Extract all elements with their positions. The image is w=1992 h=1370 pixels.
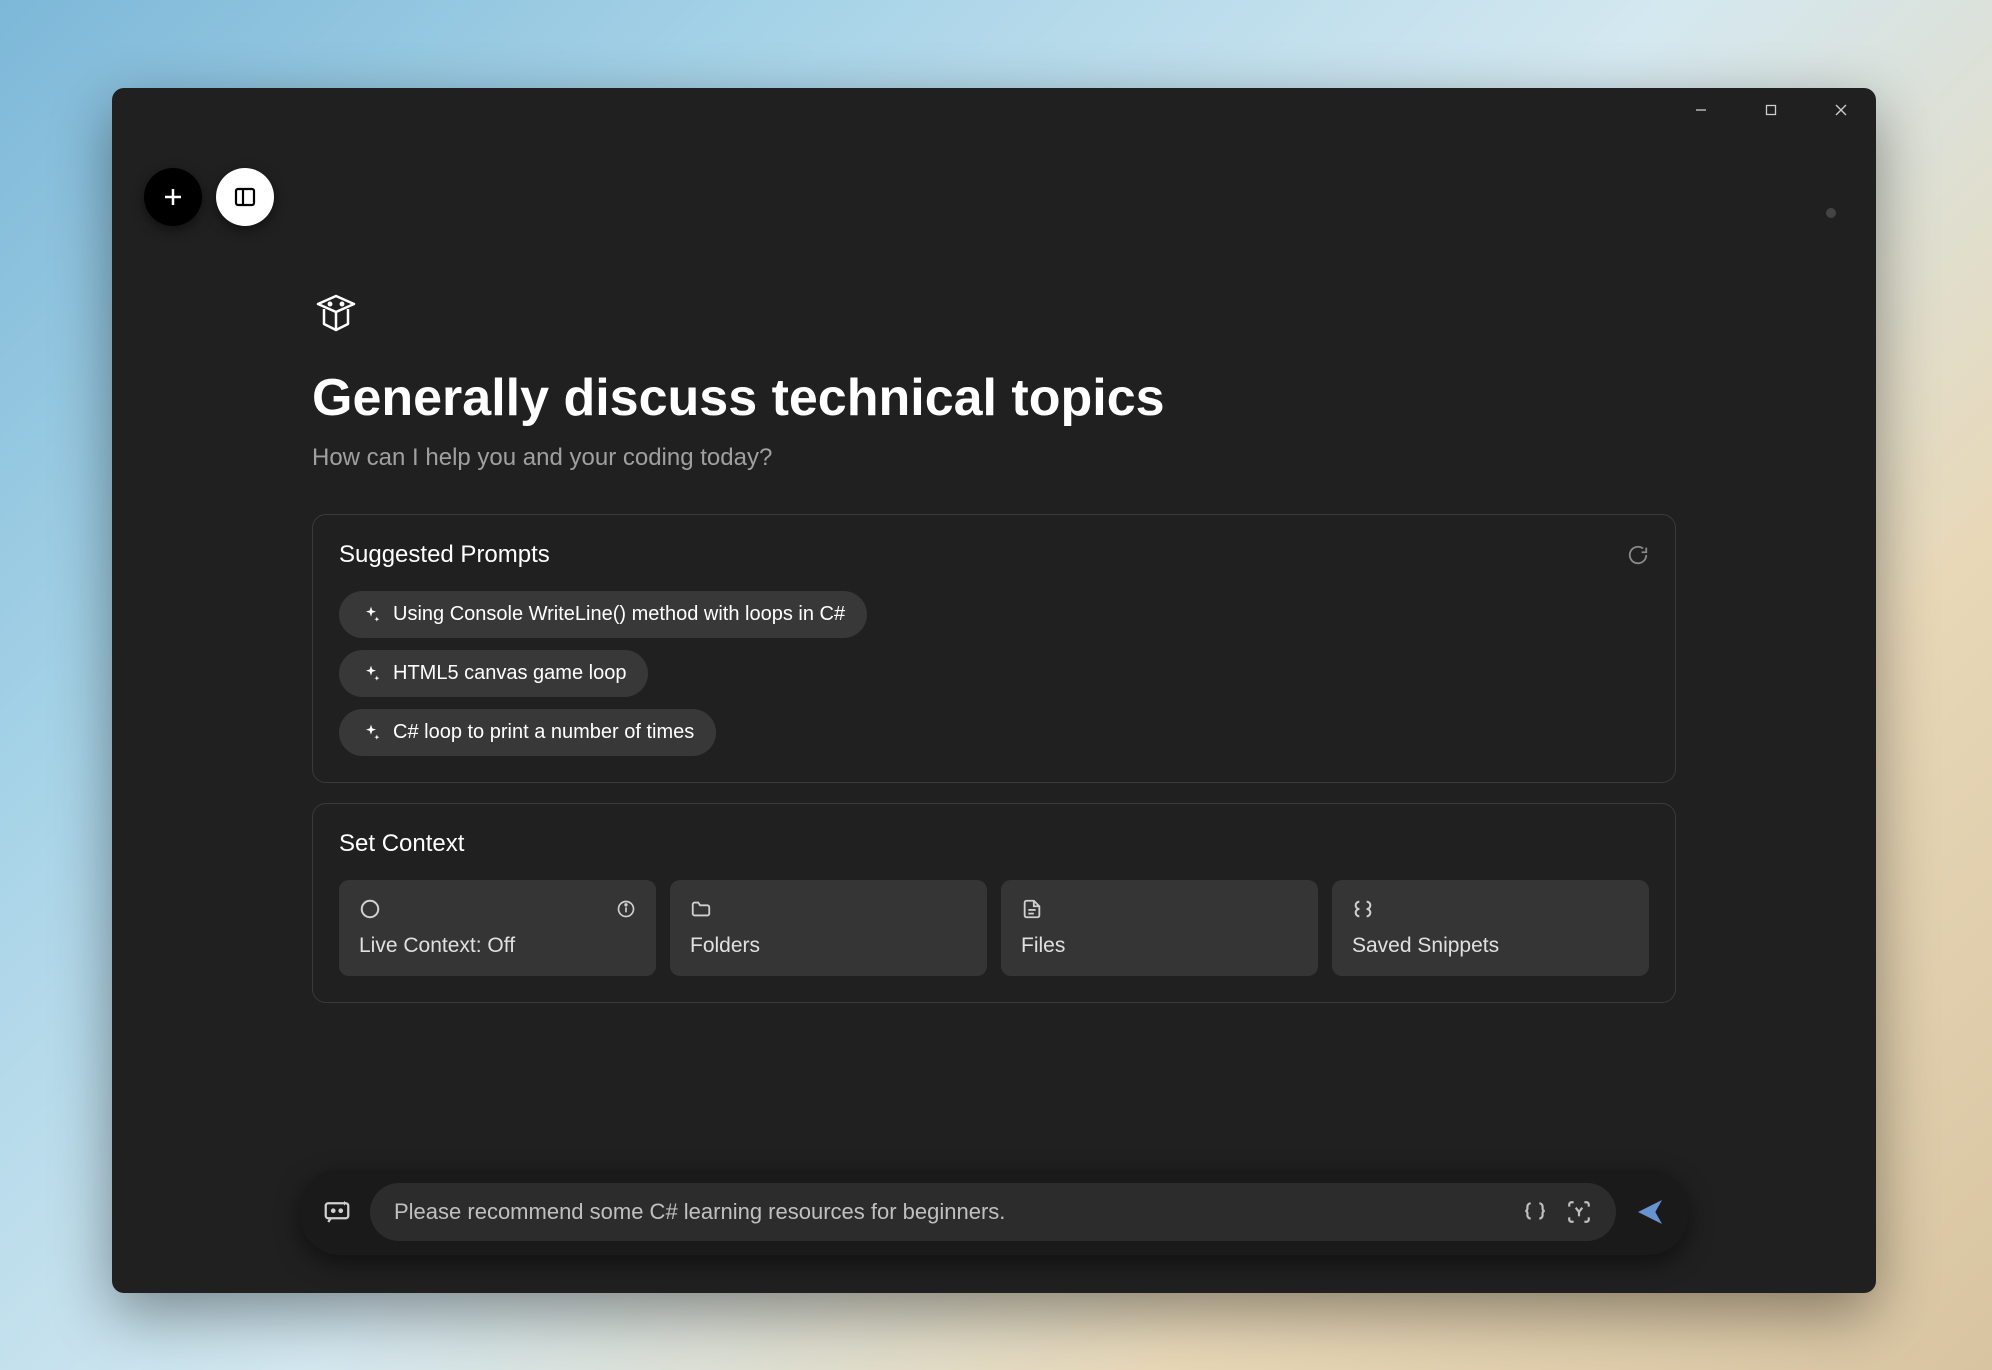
sidebar-toggle-button[interactable]	[216, 168, 274, 226]
code-braces-icon	[1522, 1199, 1548, 1225]
page-title: Generally discuss technical topics	[312, 368, 1676, 428]
chat-input[interactable]	[394, 1199, 1508, 1225]
close-button[interactable]	[1806, 88, 1876, 132]
new-chat-button[interactable]	[144, 168, 202, 226]
prompt-label: Using Console WriteLine() method with lo…	[393, 603, 845, 626]
app-window: Generally discuss technical topics How c…	[112, 88, 1876, 1293]
file-icon	[1021, 898, 1043, 920]
refresh-icon	[1627, 544, 1649, 566]
prompt-pill[interactable]: C# loop to print a number of times	[339, 709, 716, 756]
page-subtitle: How can I help you and your coding today…	[312, 444, 1676, 472]
status-dot	[1826, 208, 1836, 218]
scan-icon	[1566, 1199, 1592, 1225]
main-content: Generally discuss technical topics How c…	[112, 88, 1876, 1293]
context-item-label: Live Context: Off	[359, 934, 636, 958]
folders-button[interactable]: Folders	[670, 880, 987, 976]
prompt-list: Using Console WriteLine() method with lo…	[339, 591, 1649, 756]
scan-button[interactable]	[1566, 1199, 1592, 1225]
maximize-button[interactable]	[1736, 88, 1806, 132]
prompt-pill[interactable]: Using Console WriteLine() method with lo…	[339, 591, 867, 638]
set-context-title: Set Context	[339, 830, 464, 858]
chat-input-bar	[300, 1169, 1688, 1255]
saved-snippets-button[interactable]: Saved Snippets	[1332, 880, 1649, 976]
sparkle-icon	[361, 723, 381, 743]
context-grid: Live Context: Off Folders	[339, 880, 1649, 976]
window-controls	[1666, 88, 1876, 132]
suggestions-toggle-button[interactable]	[322, 1197, 352, 1227]
prompt-label: C# loop to print a number of times	[393, 721, 694, 744]
context-item-label: Saved Snippets	[1352, 934, 1629, 958]
refresh-button[interactable]	[1627, 544, 1649, 566]
live-context-button[interactable]: Live Context: Off	[339, 880, 656, 976]
prompt-label: HTML5 canvas game loop	[393, 662, 626, 685]
code-braces-button[interactable]	[1522, 1199, 1548, 1225]
suggested-prompts-title: Suggested Prompts	[339, 541, 550, 569]
send-button[interactable]	[1634, 1196, 1666, 1228]
suggested-prompts-card: Suggested Prompts Using Console WriteLin…	[312, 514, 1676, 783]
context-item-label: Folders	[690, 934, 967, 958]
circle-icon	[359, 898, 381, 920]
plus-icon	[161, 185, 185, 209]
minimize-button[interactable]	[1666, 88, 1736, 132]
set-context-card: Set Context Live Context: Off	[312, 803, 1676, 1003]
message-sparkle-icon	[322, 1197, 352, 1227]
sparkle-icon	[361, 605, 381, 625]
info-icon	[616, 899, 636, 919]
app-logo-icon	[312, 292, 1676, 340]
files-button[interactable]: Files	[1001, 880, 1318, 976]
send-icon	[1634, 1196, 1666, 1228]
folder-icon	[690, 898, 712, 920]
chat-input-wrapper	[370, 1183, 1616, 1241]
prompt-pill[interactable]: HTML5 canvas game loop	[339, 650, 648, 697]
sparkle-icon	[361, 664, 381, 684]
sidebar-icon	[233, 185, 257, 209]
top-action-buttons	[144, 168, 274, 226]
snippet-icon	[1352, 898, 1374, 920]
context-item-label: Files	[1021, 934, 1298, 958]
